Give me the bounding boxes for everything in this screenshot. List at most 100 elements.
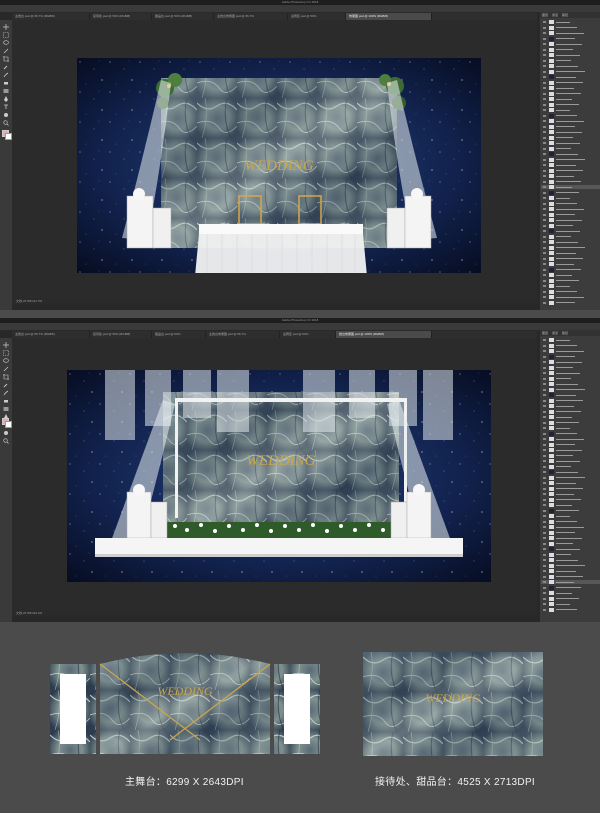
eye-icon[interactable] <box>543 32 546 34</box>
layer-row[interactable] <box>541 86 600 90</box>
eye-icon[interactable] <box>543 142 546 144</box>
eye-icon[interactable] <box>543 301 546 304</box>
marquee-icon[interactable] <box>3 350 9 356</box>
layer-row[interactable] <box>541 300 600 305</box>
eye-icon[interactable] <box>543 344 546 347</box>
layer-row[interactable] <box>541 196 600 200</box>
eye-icon[interactable] <box>543 180 546 183</box>
move-icon[interactable] <box>3 342 9 348</box>
layer-row[interactable] <box>541 262 600 266</box>
tab-paths[interactable]: 路径 <box>560 12 570 18</box>
layer-row[interactable] <box>541 426 600 430</box>
eye-icon[interactable] <box>543 482 546 484</box>
gradient-icon[interactable] <box>3 406 9 412</box>
layer-row[interactable] <box>541 591 600 595</box>
layer-row[interactable] <box>541 541 600 546</box>
layer-row[interactable] <box>541 519 600 524</box>
layer-row[interactable] <box>541 481 600 485</box>
eye-icon[interactable] <box>543 553 546 556</box>
layer-row[interactable] <box>541 141 600 145</box>
eye-icon[interactable] <box>543 246 546 249</box>
document-tab[interactable]: 迎宾区.psd @ 50% <box>288 13 346 20</box>
document-tab[interactable]: 接待处.psd @ 50% (RGB/8) <box>90 331 152 338</box>
eye-icon[interactable] <box>543 476 546 479</box>
eye-icon[interactable] <box>543 257 546 260</box>
brush-icon[interactable] <box>3 390 9 396</box>
eye-icon[interactable] <box>543 230 546 232</box>
eye-icon[interactable] <box>543 208 546 210</box>
layer-row[interactable] <box>541 25 600 30</box>
eye-icon[interactable] <box>543 175 546 177</box>
layer-row[interactable] <box>541 75 600 79</box>
layer-row[interactable] <box>541 234 600 239</box>
layer-row[interactable] <box>541 157 600 162</box>
eye-icon[interactable] <box>543 498 546 501</box>
layer-row[interactable] <box>541 569 600 573</box>
layer-row[interactable] <box>541 376 600 381</box>
eye-icon[interactable] <box>543 285 546 287</box>
layer-row[interactable] <box>541 229 600 233</box>
layer-row[interactable] <box>541 387 600 392</box>
eye-icon[interactable] <box>543 438 546 440</box>
layer-row[interactable] <box>541 398 600 403</box>
tab-layers[interactable]: 图层 <box>540 12 550 18</box>
eye-icon[interactable] <box>543 586 546 589</box>
document-tab[interactable]: 甜品台.psd @ 50% <box>152 331 206 338</box>
eye-icon[interactable] <box>543 290 546 293</box>
layer-row[interactable] <box>541 508 600 513</box>
layer-row[interactable] <box>541 212 600 217</box>
document-tab-active[interactable]: 舞台效果图.psd @ 100% (RGB/8) <box>336 331 432 338</box>
document-tab[interactable]: 主舞台.psd @ 66.7% (RGB/8) <box>12 13 90 20</box>
layer-row[interactable] <box>541 536 600 540</box>
eye-icon[interactable] <box>543 493 546 495</box>
layer-row[interactable] <box>541 31 600 35</box>
eye-icon[interactable] <box>543 114 546 117</box>
layer-row[interactable] <box>541 80 600 85</box>
eye-icon[interactable] <box>543 339 546 341</box>
layer-row[interactable] <box>541 596 600 601</box>
eye-icon[interactable] <box>543 575 546 578</box>
eye-icon[interactable] <box>543 377 546 380</box>
eye-icon[interactable] <box>543 460 546 462</box>
eye-icon[interactable] <box>543 388 546 391</box>
layer-row[interactable] <box>541 486 600 491</box>
eye-icon[interactable] <box>543 592 546 594</box>
eye-icon[interactable] <box>543 65 546 67</box>
eye-icon[interactable] <box>543 581 546 583</box>
eye-icon[interactable] <box>543 372 546 374</box>
tab-channels[interactable]: 通道 <box>550 330 560 336</box>
eye-icon[interactable] <box>543 427 546 429</box>
eye-icon[interactable] <box>543 125 546 128</box>
layer-row[interactable] <box>541 475 600 480</box>
layer-row[interactable] <box>541 349 600 353</box>
eye-icon[interactable] <box>543 443 546 446</box>
eye-icon[interactable] <box>543 509 546 512</box>
layer-row[interactable] <box>541 547 600 551</box>
lasso-icon[interactable] <box>3 358 9 364</box>
tab-paths[interactable]: 路径 <box>560 330 570 336</box>
eye-icon[interactable] <box>543 81 546 84</box>
eye-icon[interactable] <box>543 416 546 418</box>
eye-icon[interactable] <box>543 70 546 73</box>
magic-wand-icon[interactable] <box>3 48 9 54</box>
eye-icon[interactable] <box>543 603 546 605</box>
tab-channels[interactable]: 通道 <box>550 12 560 18</box>
eye-icon[interactable] <box>543 449 546 451</box>
eye-icon[interactable] <box>543 296 546 298</box>
layer-row[interactable] <box>541 530 600 535</box>
tab-layers[interactable]: 图层 <box>540 330 550 336</box>
hand-icon[interactable] <box>3 430 9 436</box>
layer-row[interactable] <box>541 459 600 463</box>
eye-icon[interactable] <box>543 98 546 100</box>
document-tab[interactable]: 甜品台.psd @ 50% (RGB/8) <box>152 13 214 20</box>
layer-row[interactable] <box>541 360 600 364</box>
eye-icon[interactable] <box>543 87 546 89</box>
layer-row[interactable] <box>541 295 600 299</box>
layer-row[interactable] <box>541 42 600 46</box>
eye-icon[interactable] <box>543 235 546 238</box>
layer-row[interactable] <box>541 420 600 425</box>
layer-row[interactable] <box>541 278 600 283</box>
eye-icon[interactable] <box>543 279 546 282</box>
layer-row[interactable] <box>541 108 600 112</box>
eye-icon[interactable] <box>543 520 546 523</box>
